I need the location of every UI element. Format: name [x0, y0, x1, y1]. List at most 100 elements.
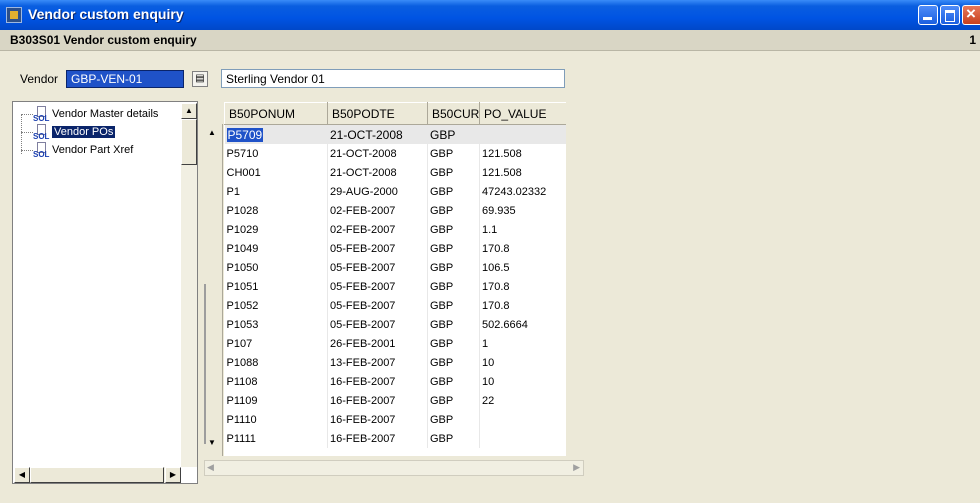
purchase-orders-grid[interactable]: B50PONUM B50PODTE B50CUR PO_VALUE P5709 2…: [224, 102, 566, 456]
table-cell[interactable]: 170.8: [479, 277, 566, 296]
table-cell[interactable]: 21-OCT-2008: [327, 144, 428, 163]
table-cell[interactable]: 47243.02332: [479, 182, 566, 201]
table-cell[interactable]: 121.508: [479, 144, 566, 163]
table-cell[interactable]: 21-OCT-2008: [327, 124, 428, 144]
table-cell[interactable]: GBP: [427, 220, 480, 239]
table-cell[interactable]: 106.5: [479, 258, 566, 277]
table-cell[interactable]: 16-FEB-2007: [327, 429, 428, 448]
grid-horizontal-scrollbar[interactable]: ◀ ▶: [204, 460, 584, 476]
table-cell[interactable]: GBP: [427, 163, 480, 182]
table-row[interactable]: P5710 21-OCT-2008 GBP 121.508: [224, 144, 566, 163]
table-cell[interactable]: 13-FEB-2007: [327, 353, 428, 372]
table-cell[interactable]: P1051: [224, 277, 328, 296]
table-row[interactable]: P1 29-AUG-2000 GBP 47243.02332: [224, 182, 566, 201]
table-cell[interactable]: P1053: [224, 315, 328, 334]
scroll-up-icon[interactable]: ▲: [208, 128, 216, 137]
scroll-down-icon[interactable]: ▼: [208, 438, 216, 447]
table-cell[interactable]: [479, 410, 566, 429]
minimize-button[interactable]: [918, 5, 938, 25]
table-cell[interactable]: 10: [479, 372, 566, 391]
tree-item-vendor-master-details[interactable]: SOL Vendor Master details: [33, 106, 158, 123]
column-header[interactable]: PO_VALUE: [479, 102, 566, 125]
table-cell[interactable]: GBP: [427, 277, 480, 296]
table-row[interactable]: P1051 05-FEB-2007 GBP 170.8: [224, 277, 566, 296]
table-row[interactable]: P1111 16-FEB-2007 GBP: [224, 429, 566, 448]
table-cell[interactable]: P1028: [224, 201, 328, 220]
table-row[interactable]: P1052 05-FEB-2007 GBP 170.8: [224, 296, 566, 315]
table-cell[interactable]: P107: [224, 334, 328, 353]
table-cell[interactable]: GBP: [427, 201, 480, 220]
tree-item-vendor-pos[interactable]: SOL Vendor POs: [33, 124, 116, 141]
table-cell[interactable]: P1050: [224, 258, 328, 277]
column-header[interactable]: B50PODTE: [327, 102, 428, 125]
table-cell[interactable]: GBP: [427, 239, 480, 258]
table-cell[interactable]: GBP: [427, 144, 480, 163]
table-cell[interactable]: GBP: [427, 258, 480, 277]
scroll-thumb[interactable]: [204, 284, 206, 444]
lookup-icon[interactable]: ▤: [192, 71, 208, 87]
table-cell[interactable]: P1052: [224, 296, 328, 315]
table-cell[interactable]: P1109: [224, 391, 328, 410]
table-cell[interactable]: 1.1: [479, 220, 566, 239]
table-cell[interactable]: 05-FEB-2007: [327, 296, 428, 315]
scroll-right-icon[interactable]: ▶: [573, 462, 580, 473]
table-cell[interactable]: 170.8: [479, 296, 566, 315]
table-cell[interactable]: GBP: [427, 391, 480, 410]
table-cell[interactable]: 02-FEB-2007: [327, 220, 428, 239]
table-row[interactable]: P1028 02-FEB-2007 GBP 69.935: [224, 201, 566, 220]
table-cell[interactable]: 29-AUG-2000: [327, 182, 428, 201]
table-cell[interactable]: GBP: [427, 296, 480, 315]
table-cell[interactable]: [479, 429, 566, 448]
table-row[interactable]: P1109 16-FEB-2007 GBP 22: [224, 391, 566, 410]
table-cell[interactable]: GBP: [427, 315, 480, 334]
table-cell[interactable]: 05-FEB-2007: [327, 315, 428, 334]
table-cell[interactable]: P1088: [224, 353, 328, 372]
column-header[interactable]: B50PONUM: [224, 102, 328, 125]
table-cell[interactable]: GBP: [427, 182, 480, 201]
table-cell[interactable]: GBP: [427, 429, 480, 448]
table-cell[interactable]: 10: [479, 353, 566, 372]
table-row[interactable]: P1049 05-FEB-2007 GBP 170.8: [224, 239, 566, 258]
table-row[interactable]: P1110 16-FEB-2007 GBP: [224, 410, 566, 429]
scroll-up-icon[interactable]: ▲: [181, 103, 197, 119]
table-cell[interactable]: 16-FEB-2007: [327, 372, 428, 391]
table-cell[interactable]: GBP: [427, 410, 480, 429]
vendor-code-field[interactable]: GBP-VEN-01: [66, 70, 184, 88]
table-row[interactable]: P1088 13-FEB-2007 GBP 10: [224, 353, 566, 372]
table-cell[interactable]: 05-FEB-2007: [327, 258, 428, 277]
close-button[interactable]: [962, 4, 980, 25]
table-cell[interactable]: 502.6664: [479, 315, 566, 334]
table-cell[interactable]: 26-FEB-2001: [327, 334, 428, 353]
table-cell[interactable]: 05-FEB-2007: [327, 239, 428, 258]
table-cell[interactable]: P5710: [224, 144, 328, 163]
column-header[interactable]: B50CUR: [427, 102, 480, 125]
vendor-name-field[interactable]: Sterling Vendor 01: [221, 69, 565, 88]
tree-item-vendor-part-xref[interactable]: SOL Vendor Part Xref: [33, 142, 133, 159]
tree-horizontal-scrollbar[interactable]: ◀ ▶: [14, 467, 181, 483]
table-cell[interactable]: [479, 124, 566, 144]
table-row[interactable]: P1108 16-FEB-2007 GBP 10: [224, 372, 566, 391]
table-row[interactable]: P107 26-FEB-2001 GBP 1: [224, 334, 566, 353]
table-cell[interactable]: P1110: [224, 410, 328, 429]
table-cell[interactable]: 1: [479, 334, 566, 353]
scroll-left-icon[interactable]: ◀: [207, 462, 214, 473]
table-row[interactable]: P1053 05-FEB-2007 GBP 502.6664: [224, 315, 566, 334]
table-cell[interactable]: P5709: [224, 124, 328, 144]
title-bar[interactable]: Vendor custom enquiry: [0, 0, 980, 30]
table-cell[interactable]: 16-FEB-2007: [327, 391, 428, 410]
maximize-button[interactable]: [940, 5, 960, 25]
table-cell[interactable]: 21-OCT-2008: [327, 163, 428, 182]
table-cell[interactable]: P1111: [224, 429, 328, 448]
table-row[interactable]: P1029 02-FEB-2007 GBP 1.1: [224, 220, 566, 239]
table-cell[interactable]: 22: [479, 391, 566, 410]
table-cell[interactable]: P1029: [224, 220, 328, 239]
table-row[interactable]: P1050 05-FEB-2007 GBP 106.5: [224, 258, 566, 277]
table-cell[interactable]: GBP: [427, 334, 480, 353]
table-cell[interactable]: GBP: [427, 353, 480, 372]
tree-vertical-scrollbar[interactable]: ▲: [181, 103, 197, 467]
table-row[interactable]: P5709 21-OCT-2008 GBP: [224, 124, 566, 144]
table-row[interactable]: CH001 21-OCT-2008 GBP 121.508: [224, 163, 566, 182]
table-cell[interactable]: 170.8: [479, 239, 566, 258]
table-cell[interactable]: 02-FEB-2007: [327, 201, 428, 220]
scroll-right-icon[interactable]: ▶: [165, 467, 181, 483]
